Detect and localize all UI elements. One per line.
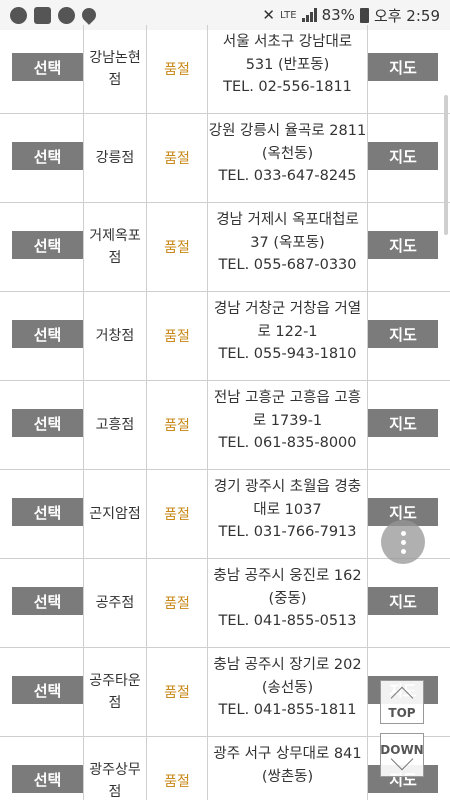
store-address: 강원 강릉시 율곡로 2811 (옥천동) TEL. 033-647-8245 bbox=[208, 123, 367, 184]
scroll-down-button[interactable]: DOWN bbox=[380, 733, 424, 777]
stock-status: 품절 bbox=[164, 418, 190, 434]
select-button[interactable]: 선택 bbox=[12, 409, 83, 437]
system-status: ✕ LTE 83% 오후 2:59 bbox=[262, 5, 440, 26]
store-address: 경남 거제시 옥포대첩로 37 (옥포동) TEL. 055-687-0330 bbox=[216, 212, 359, 273]
store-name: 공주점 bbox=[95, 595, 135, 611]
store-name: 거창점 bbox=[95, 328, 135, 344]
store-address: 경남 거창군 거창읍 거열로 122-1 TEL. 055-943-1810 bbox=[213, 301, 362, 362]
stock-status: 품절 bbox=[164, 151, 190, 167]
stock-status: 품절 bbox=[164, 685, 190, 701]
select-button[interactable]: 선택 bbox=[12, 765, 83, 793]
vertical-dots-icon[interactable] bbox=[381, 520, 425, 564]
store-name: 강남논현점 bbox=[89, 50, 141, 88]
store-address: 전남 고흥군 고흥읍 고흥로 1739-1 TEL. 061-835-8000 bbox=[213, 390, 362, 451]
store-name: 고흥점 bbox=[95, 417, 135, 433]
select-button[interactable]: 선택 bbox=[12, 676, 83, 704]
table-row: 선택 거창점 품절 경남 거창군 거창읍 거열로 122-1 TEL. 055-… bbox=[0, 292, 450, 381]
map-button[interactable]: 지도 bbox=[368, 587, 438, 615]
store-address: 광주 서구 상무대로 841 (쌍촌동) bbox=[213, 746, 362, 785]
gallery-icon bbox=[34, 6, 51, 24]
store-name: 광주상무점 bbox=[89, 762, 141, 800]
stock-status: 품절 bbox=[164, 329, 190, 345]
map-button[interactable]: 지도 bbox=[368, 409, 438, 437]
table-row: 선택 강릉점 품절 강원 강릉시 율곡로 2811 (옥천동) TEL. 033… bbox=[0, 114, 450, 203]
battery-percent: 83% bbox=[321, 6, 355, 24]
store-name: 공주타운점 bbox=[89, 673, 141, 711]
store-name: 곤지암점 bbox=[89, 506, 141, 522]
table-row: 선택 고흥점 품절 전남 고흥군 고흥읍 고흥로 1739-1 TEL. 061… bbox=[0, 381, 450, 470]
stock-status: 품절 bbox=[164, 774, 190, 790]
store-address: 충남 공주시 웅진로 162 (중동) TEL. 041-855-0513 bbox=[213, 568, 362, 629]
stock-status: 품절 bbox=[164, 596, 190, 612]
network-type: LTE bbox=[279, 9, 297, 21]
clock: 오후 2:59 bbox=[373, 6, 440, 25]
sync-icon bbox=[58, 6, 75, 24]
scroll-top-button[interactable]: TOP bbox=[380, 680, 424, 724]
signal-icon bbox=[301, 8, 317, 22]
table-row: 선택 거제옥포점 품절 경남 거제시 옥포대첩로 37 (옥포동) TEL. 0… bbox=[0, 203, 450, 292]
stock-status: 품절 bbox=[164, 240, 190, 256]
table-row: 선택 강남논현점 품절 서울 서초구 강남대로 531 (반포동) TEL. 0… bbox=[0, 25, 450, 114]
select-button[interactable]: 선택 bbox=[12, 587, 83, 615]
app-notification-icon bbox=[10, 6, 27, 24]
battery-icon bbox=[359, 7, 369, 23]
select-button[interactable]: 선택 bbox=[12, 231, 83, 259]
table-row: 선택 공주점 품절 충남 공주시 웅진로 162 (중동) TEL. 041-8… bbox=[0, 559, 450, 648]
select-button[interactable]: 선택 bbox=[12, 53, 83, 81]
stock-status: 품절 bbox=[164, 62, 190, 78]
map-button[interactable]: 지도 bbox=[368, 231, 438, 259]
mute-icon: ✕ bbox=[262, 6, 275, 24]
map-button[interactable]: 지도 bbox=[368, 320, 438, 348]
store-address: 경기 광주시 초월읍 경충대로 1037 TEL. 031-766-7913 bbox=[213, 479, 362, 540]
scrollbar[interactable] bbox=[444, 95, 448, 235]
stock-status: 품절 bbox=[164, 507, 190, 523]
select-button[interactable]: 선택 bbox=[12, 142, 83, 170]
select-button[interactable]: 선택 bbox=[12, 320, 83, 348]
select-button[interactable]: 선택 bbox=[12, 498, 83, 526]
store-address: 서울 서초구 강남대로 531 (반포동) TEL. 02-556-1811 bbox=[222, 34, 353, 95]
location-icon bbox=[79, 5, 99, 25]
notification-icons bbox=[10, 5, 99, 25]
store-address: 충남 공주시 장기로 202 (송선동) TEL. 041-855-1811 bbox=[213, 657, 362, 718]
store-name: 강릉점 bbox=[95, 150, 135, 166]
map-button[interactable]: 지도 bbox=[368, 53, 438, 81]
store-name: 거제옥포점 bbox=[89, 228, 141, 266]
map-button[interactable]: 지도 bbox=[368, 142, 438, 170]
